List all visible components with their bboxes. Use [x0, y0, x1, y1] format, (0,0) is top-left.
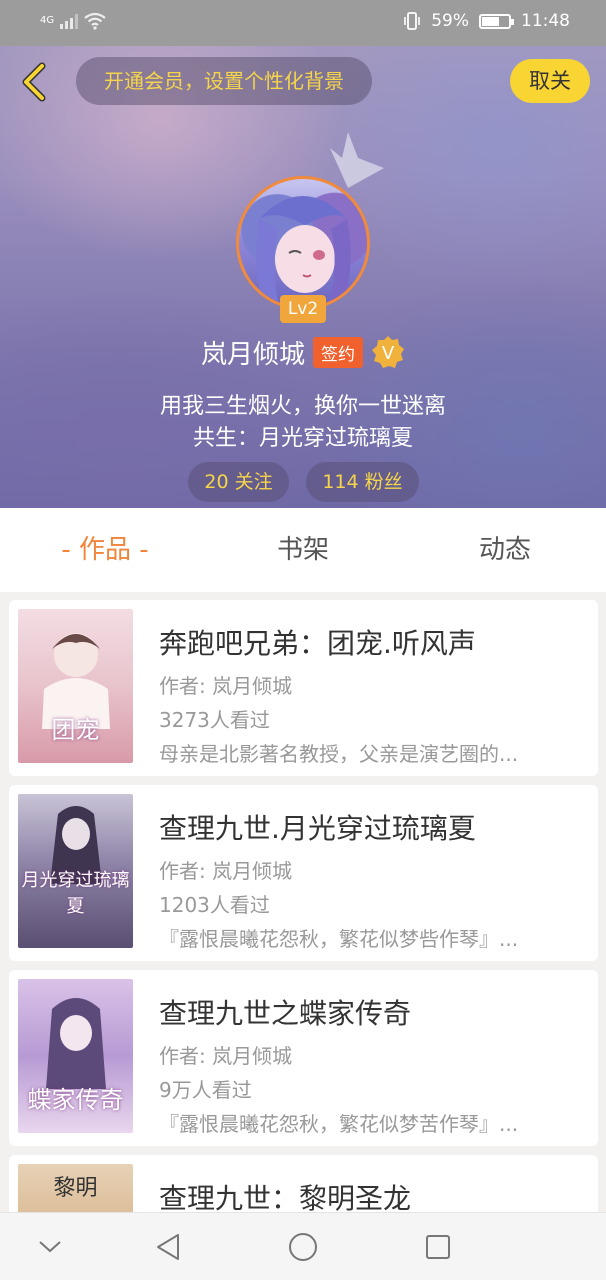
nav-back-icon: [157, 1234, 179, 1260]
tab-works[interactable]: - 作品 -: [40, 508, 170, 592]
unfollow-button[interactable]: 取关: [510, 59, 590, 103]
cover-title: 蝶家传奇: [27, 1086, 124, 1114]
status-bar: 4G 59% 11:48: [0, 0, 606, 46]
book-views: 1203人看过: [159, 893, 270, 917]
tab-feed[interactable]: 动态: [440, 508, 570, 592]
book-cover: 月光穿过琉璃夏: [18, 794, 133, 948]
book-author: 作者: 岚月倾城: [159, 859, 293, 883]
signature-line-1: 用我三生烟火，换你一世迷离: [159, 394, 446, 419]
book-title: 奔跑吧兄弟：团宠.听风声: [159, 627, 476, 660]
signature-line-2: 共生：月光穿过琉璃夏: [192, 426, 413, 451]
tab-bar: - 作品 - 书架 动态: [0, 508, 606, 592]
book-cover: 黎明: [18, 1164, 133, 1212]
book-views: 3273人看过: [159, 708, 270, 732]
book-description: 母亲是北影著名教授，父亲是演艺圈的...: [159, 742, 519, 766]
nav-recents-icon: [426, 1235, 450, 1259]
back-button[interactable]: [14, 60, 54, 104]
book-card[interactable]: 团宠 奔跑吧兄弟：团宠.听风声 作者: 岚月倾城 3273人看过 母亲是北影著名…: [9, 600, 598, 776]
status-right: 59% 11:48: [403, 11, 570, 31]
nav-home-icon: [289, 1233, 317, 1261]
name-row: 岚月倾城 签约 V: [0, 332, 606, 372]
cover-title: 月光穿过琉璃夏: [21, 870, 130, 917]
back-arrow-icon: [22, 62, 46, 102]
book-description: 『露恨晨曦花怨秋，繁花似梦苦作琴』...: [159, 1112, 519, 1136]
nav-home-button[interactable]: [273, 1213, 333, 1280]
avatar[interactable]: [236, 176, 370, 310]
book-cover: 蝶家传奇: [18, 979, 133, 1133]
nav-back-button[interactable]: [138, 1213, 198, 1280]
signal-group: 4G: [40, 12, 106, 30]
vip-background-prompt[interactable]: 开通会员，设置个性化背景: [76, 57, 372, 105]
following-count[interactable]: 20 关注: [188, 462, 289, 502]
profile-header: 4G 59% 11:48 开通会员，设置个性化背景 取关 Lv2 岚月倾城 签约…: [0, 0, 606, 508]
book-title: 查理九世：黎明圣龙: [159, 1182, 412, 1212]
book-title: 查理九世.月光穿过琉璃夏: [159, 812, 476, 845]
network-type: 4G: [40, 15, 55, 26]
signal-icon: [60, 13, 79, 29]
book-card[interactable]: 蝶家传奇 查理九世之蝶家传奇 作者: 岚月倾城 9万人看过 『露恨晨曦花怨秋，繁…: [9, 970, 598, 1146]
username: 岚月倾城: [200, 339, 305, 370]
wifi-icon: [84, 12, 106, 30]
system-nav-bar: [0, 1212, 606, 1280]
nav-recents-button[interactable]: [408, 1213, 468, 1280]
nav-collapse-button[interactable]: [20, 1213, 80, 1280]
book-cover: 团宠: [18, 609, 133, 763]
book-author: 作者: 岚月倾城: [159, 674, 293, 698]
vibrate-icon: [404, 12, 421, 30]
book-title: 查理九世之蝶家传奇: [159, 997, 412, 1030]
verified-v-icon: V: [372, 336, 404, 368]
book-author: 作者: 岚月倾城: [159, 1044, 293, 1068]
battery-icon: [479, 13, 514, 29]
clock: 11:48: [521, 11, 570, 31]
avatar-image: [256, 196, 351, 307]
book-description: 『露恨晨曦花怨秋，繁花似梦呰作琴』...: [159, 927, 519, 951]
cover-title: 黎明: [53, 1176, 98, 1201]
verified-letter: V: [382, 343, 395, 364]
book-card[interactable]: 月光穿过琉璃夏 查理九世.月光穿过琉璃夏 作者: 岚月倾城 1203人看过 『露…: [9, 785, 598, 961]
book-card[interactable]: 黎明 查理九世：黎明圣龙: [9, 1155, 598, 1212]
contract-badge: 签约: [313, 336, 363, 368]
tab-bookshelf[interactable]: 书架: [238, 508, 368, 592]
fans-count[interactable]: 114 粉丝: [306, 462, 419, 502]
book-list: 团宠 奔跑吧兄弟：团宠.听风声 作者: 岚月倾城 3273人看过 母亲是北影著名…: [0, 592, 606, 1212]
book-views: 9万人看过: [159, 1078, 252, 1102]
nav-collapse-icon: [39, 1241, 61, 1253]
battery-percent: 59%: [431, 11, 469, 31]
level-badge: Lv2: [280, 295, 326, 323]
cover-title: 团宠: [51, 716, 100, 744]
